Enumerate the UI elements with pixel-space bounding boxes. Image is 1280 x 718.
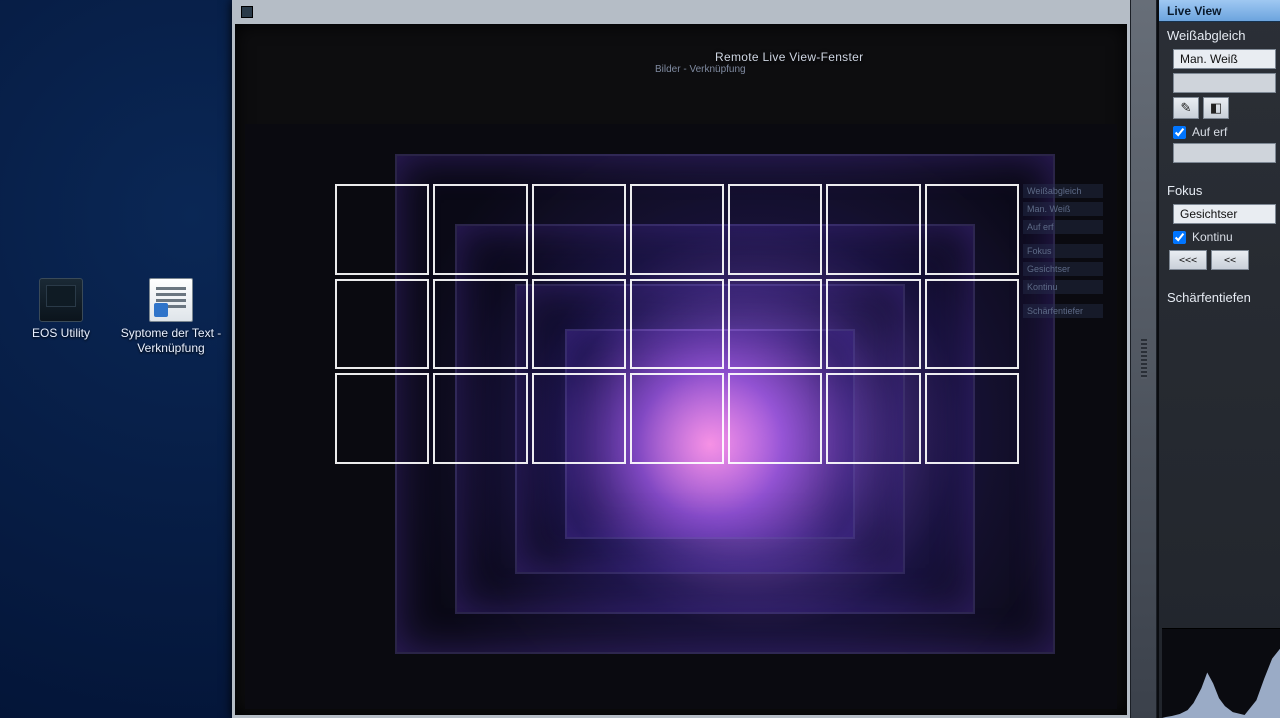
eyedropper-icon: ✎ [1181,100,1192,116]
focus-far-small-button[interactable]: << [1211,250,1249,270]
inner-window-title: Remote Live View-Fenster [715,50,863,64]
desktop-icon-eos-utility[interactable]: EOS Utility [6,278,116,341]
focus-mode-dropdown[interactable]: Gesichtser [1173,204,1276,224]
checkbox-auf-erf[interactable]: Auf erf [1159,123,1280,141]
focus-far-large-button[interactable]: <<< [1169,250,1207,270]
wb-extra-field[interactable] [1173,143,1276,163]
checkbox-input[interactable] [1173,126,1186,139]
desktop-icon-text-shortcut[interactable]: Syptome der Text - Verknüpfung [116,278,226,356]
section-title-fokus: Fokus [1159,177,1280,202]
inner-breadcrumb: Bilder - Verknüpfung [655,64,746,75]
checkbox-label: Auf erf [1192,125,1227,139]
eyedropper-button[interactable]: ✎ [1173,97,1199,119]
grip-icon [1141,339,1147,379]
app-icon [241,6,253,18]
checkbox-kontinu[interactable]: Kontinu [1159,228,1280,246]
wb-secondary-button[interactable]: ◧ [1203,97,1229,119]
panel-resize-handle[interactable] [1130,0,1157,718]
computer-icon [39,278,83,322]
section-title-schaerfentiefen: Schärfentiefen [1159,284,1280,309]
checkbox-label: Kontinu [1192,230,1233,244]
adjust-icon: ◧ [1210,100,1222,116]
remote-live-view-window[interactable]: Remote Live View-Fenster Bilder - Verknü… [232,0,1130,718]
desktop-icon-label: EOS Utility [32,326,90,340]
document-shortcut-icon [149,278,193,322]
desktop-icon-label: Syptome der Text - Verknüpfung [121,326,222,355]
white-balance-value-field[interactable] [1173,73,1276,93]
window-titlebar[interactable] [235,2,1127,22]
checkbox-input[interactable] [1173,231,1186,244]
live-view-feed[interactable]: Weißabgleich Man. Weiß Auf erf Fokus Ges… [245,124,1117,709]
section-title-weissabgleich: Weißabgleich [1159,22,1280,47]
control-panel: Live View Weißabgleich Man. Weiß ✎ ◧ Auf… [1157,0,1280,718]
reflected-side-panel: Weißabgleich Man. Weiß Auf erf Fokus Ges… [1023,184,1103,322]
white-balance-dropdown[interactable]: Man. Weiß [1173,49,1276,69]
live-view-toggle-button[interactable]: Live View [1159,0,1280,22]
histogram [1162,628,1280,718]
